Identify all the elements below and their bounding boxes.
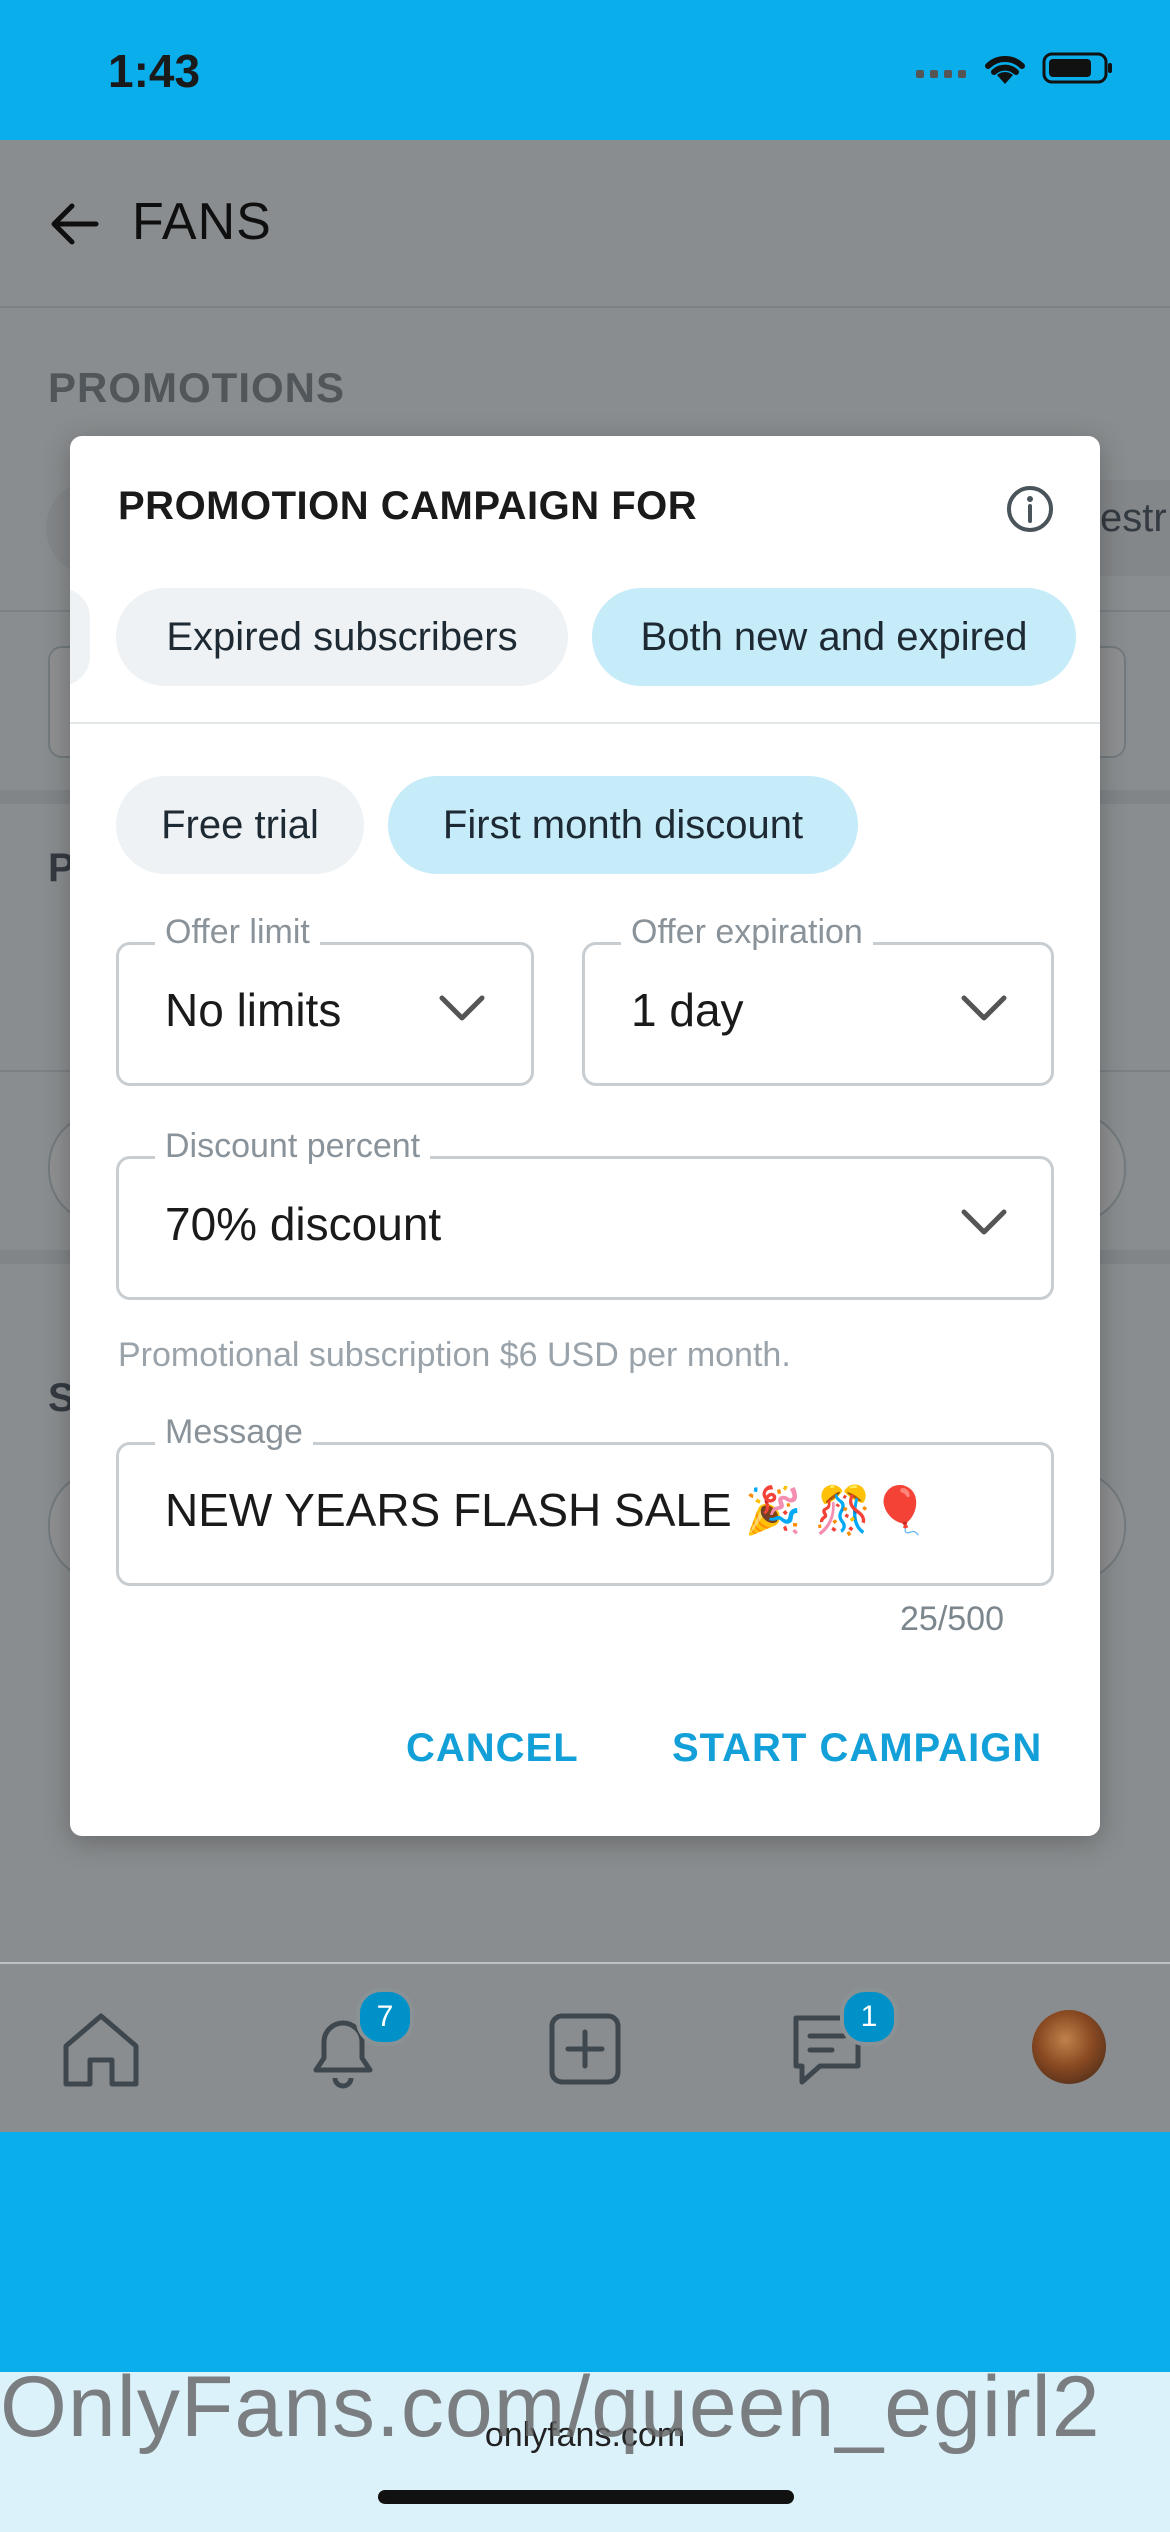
messages-badge: 1 [840,1988,898,2046]
profile-avatar[interactable] [1032,2010,1106,2084]
audience-chip-expired-subscribers[interactable]: Expired subscribers [116,588,568,686]
battery-icon [1042,52,1112,84]
offer-limit-value: No limits [165,984,342,1036]
dialog-title: PROMOTION CAMPAIGN FOR [118,484,698,528]
chevron-down-icon [961,1209,1007,1235]
status-time: 1:43 [108,45,201,97]
message-label: Message [155,1413,313,1452]
status-icons [916,50,1114,86]
offer-expiration-label: Offer expiration [621,913,873,952]
cancel-button[interactable]: CANCEL [406,1726,579,1771]
start-campaign-button[interactable]: START CAMPAIGN [672,1726,1042,1771]
audience-chip-both-new-and-expired[interactable]: Both new and expired [592,588,1076,686]
wifi-icon [985,55,1025,84]
offer-limit-label: Offer limit [155,913,320,952]
home-indicator [378,2490,794,2504]
helper-text: Promotional subscription $6 USD per mont… [118,1336,791,1374]
message-input[interactable]: Message NEW YEARS FLASH SALE 🎉 🎊🎈 [116,1413,1054,1586]
notifications-badge: 7 [356,1988,414,2046]
chevron-down-icon [439,995,485,1021]
discount-percent-value: 70% discount [165,1198,442,1250]
offer-chip-first-month-discount[interactable]: First month discount [388,776,858,874]
offer-limit-select[interactable]: Offer limit No limits [116,913,534,1086]
dialog-divider [70,722,1100,724]
browser-background [0,2132,1170,2372]
watermark-text: OnlyFans.com/queen_egirl2 [0,2359,1101,2455]
home-icon[interactable] [58,2006,144,2092]
discount-percent-select[interactable]: Discount percent 70% discount [116,1127,1054,1300]
audience-chip-partial[interactable] [70,588,90,686]
character-counter: 25/500 [900,1600,1004,1638]
offer-expiration-value: 1 day [631,984,744,1036]
add-post-icon[interactable] [542,2006,628,2092]
offer-chip-free-trial[interactable]: Free trial [116,776,364,874]
status-bar: 1:43 [0,0,1170,140]
chevron-down-icon [961,995,1007,1021]
discount-percent-label: Discount percent [155,1127,431,1166]
offer-expiration-select[interactable]: Offer expiration 1 day [582,913,1054,1086]
promotion-campaign-dialog: PROMOTION CAMPAIGN FOR Expired subscribe… [70,436,1100,1836]
cellular-signal-icon [916,70,966,78]
info-icon[interactable] [1005,484,1055,534]
message-value[interactable]: NEW YEARS FLASH SALE 🎉 🎊🎈 [165,1483,929,1538]
